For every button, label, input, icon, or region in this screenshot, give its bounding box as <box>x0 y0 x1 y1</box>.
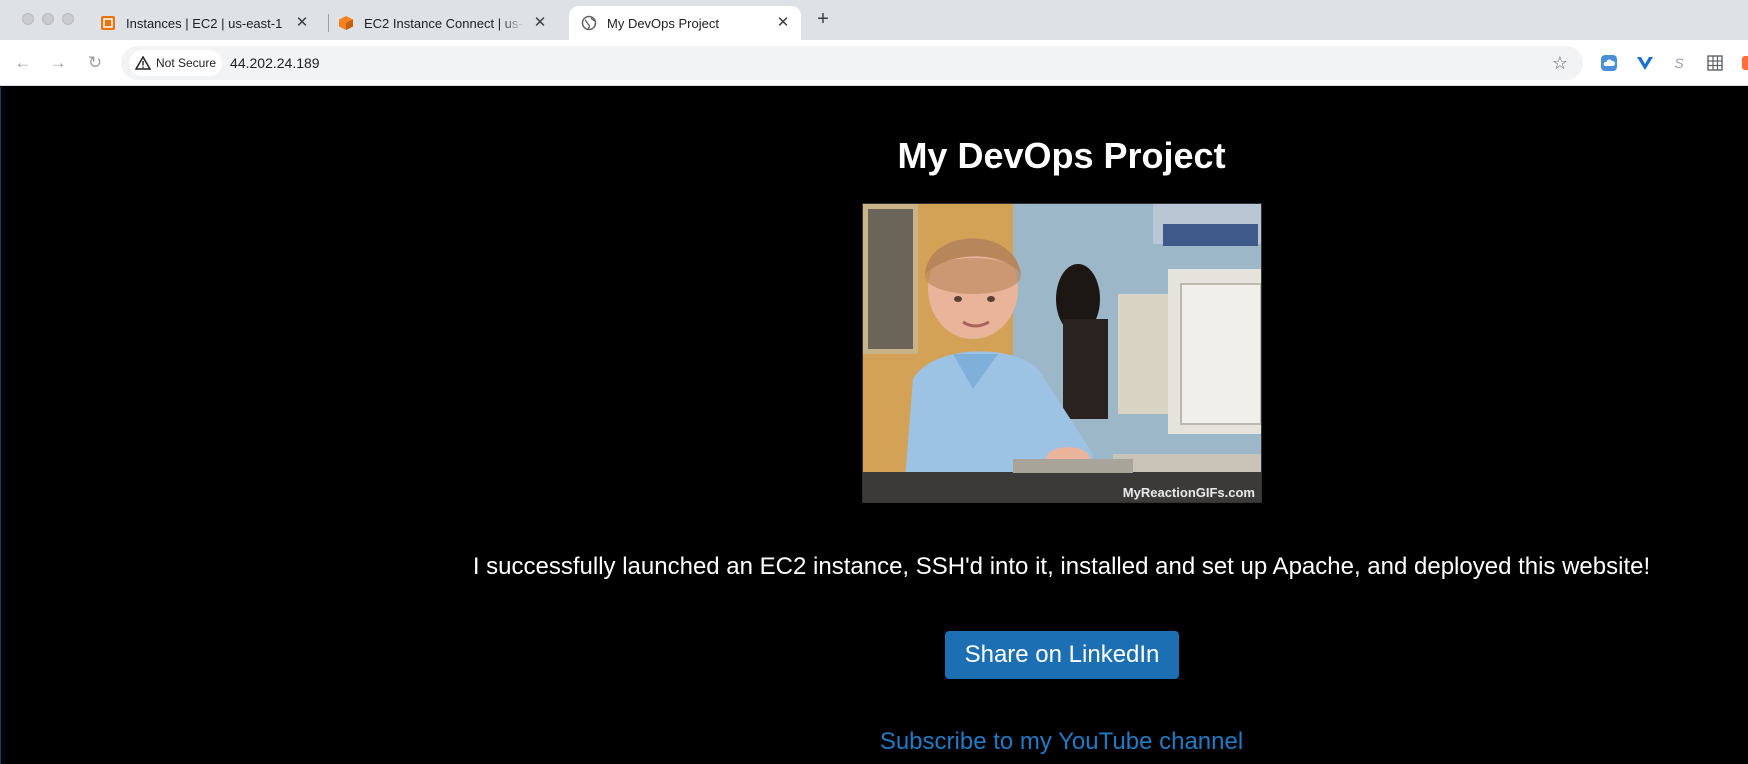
reaction-gif-image: MyReactionGIFs.com <box>862 203 1262 503</box>
tab-label: Instances | EC2 | us-east-1 <box>126 15 283 31</box>
puzzle-extension-icon[interactable] <box>1740 54 1748 72</box>
tagline-text: I successfully launched an EC2 instance,… <box>472 553 1651 580</box>
zoom-window-dot[interactable] <box>62 13 74 25</box>
youtube-subscribe-link[interactable]: Subscribe to my YouTube channel <box>1 728 1748 756</box>
tab-my-devops-project[interactable]: My DevOps Project ✕ <box>569 6 801 40</box>
reload-icon[interactable]: ↻ <box>85 53 105 73</box>
aws-cube-icon <box>338 15 354 31</box>
bookmark-star-icon[interactable]: ☆ <box>1551 54 1569 72</box>
close-tab-icon[interactable]: ✕ <box>532 15 548 31</box>
forward-arrow-icon[interactable]: → <box>48 53 68 73</box>
aws-ec2-icon <box>100 15 116 31</box>
s-extension-icon[interactable]: S <box>1670 54 1688 72</box>
warning-triangle-icon <box>135 56 151 70</box>
vue-extension-icon[interactable] <box>1636 54 1654 72</box>
new-tab-plus-icon[interactable]: + <box>812 9 834 31</box>
share-on-linkedin-button[interactable]: Share on LinkedIn <box>945 631 1179 679</box>
close-window-dot[interactable] <box>22 13 34 25</box>
tab-label: EC2 Instance Connect | us-ea <box>364 15 524 31</box>
gif-watermark: MyReactionGIFs.com <box>1122 485 1255 500</box>
tab-ec2-instance-connect[interactable]: EC2 Instance Connect | us-ea ✕ <box>326 6 558 40</box>
back-arrow-icon[interactable]: ← <box>13 53 33 73</box>
close-tab-icon[interactable]: ✕ <box>775 15 791 31</box>
tab-strip: Instances | EC2 | us-east-1 ✕ EC2 Instan… <box>0 0 1748 40</box>
web-page: My DevOps Project MyReactionGIFs.com I s… <box>0 87 1748 764</box>
page-title: My DevOps Project <box>897 135 1226 176</box>
close-tab-icon[interactable]: ✕ <box>294 15 310 31</box>
address-bar[interactable]: Not Secure 44.202.24.189 ☆ <box>121 46 1583 80</box>
grid-extension-icon[interactable] <box>1706 54 1724 72</box>
not-secure-label: Not Secure <box>156 56 217 70</box>
cloud-extension-icon[interactable] <box>1600 54 1618 72</box>
browser-toolbar: ← → ↻ Not Secure 44.202.24.189 ☆ S <box>0 40 1748 86</box>
tab-instances-ec2[interactable]: Instances | EC2 | us-east-1 ✕ <box>88 6 320 40</box>
url-text: 44.202.24.189 <box>230 55 320 71</box>
tab-label: My DevOps Project <box>607 15 719 31</box>
security-chip[interactable]: Not Secure <box>129 50 223 76</box>
minimize-window-dot[interactable] <box>42 13 54 25</box>
globe-icon <box>581 15 597 31</box>
